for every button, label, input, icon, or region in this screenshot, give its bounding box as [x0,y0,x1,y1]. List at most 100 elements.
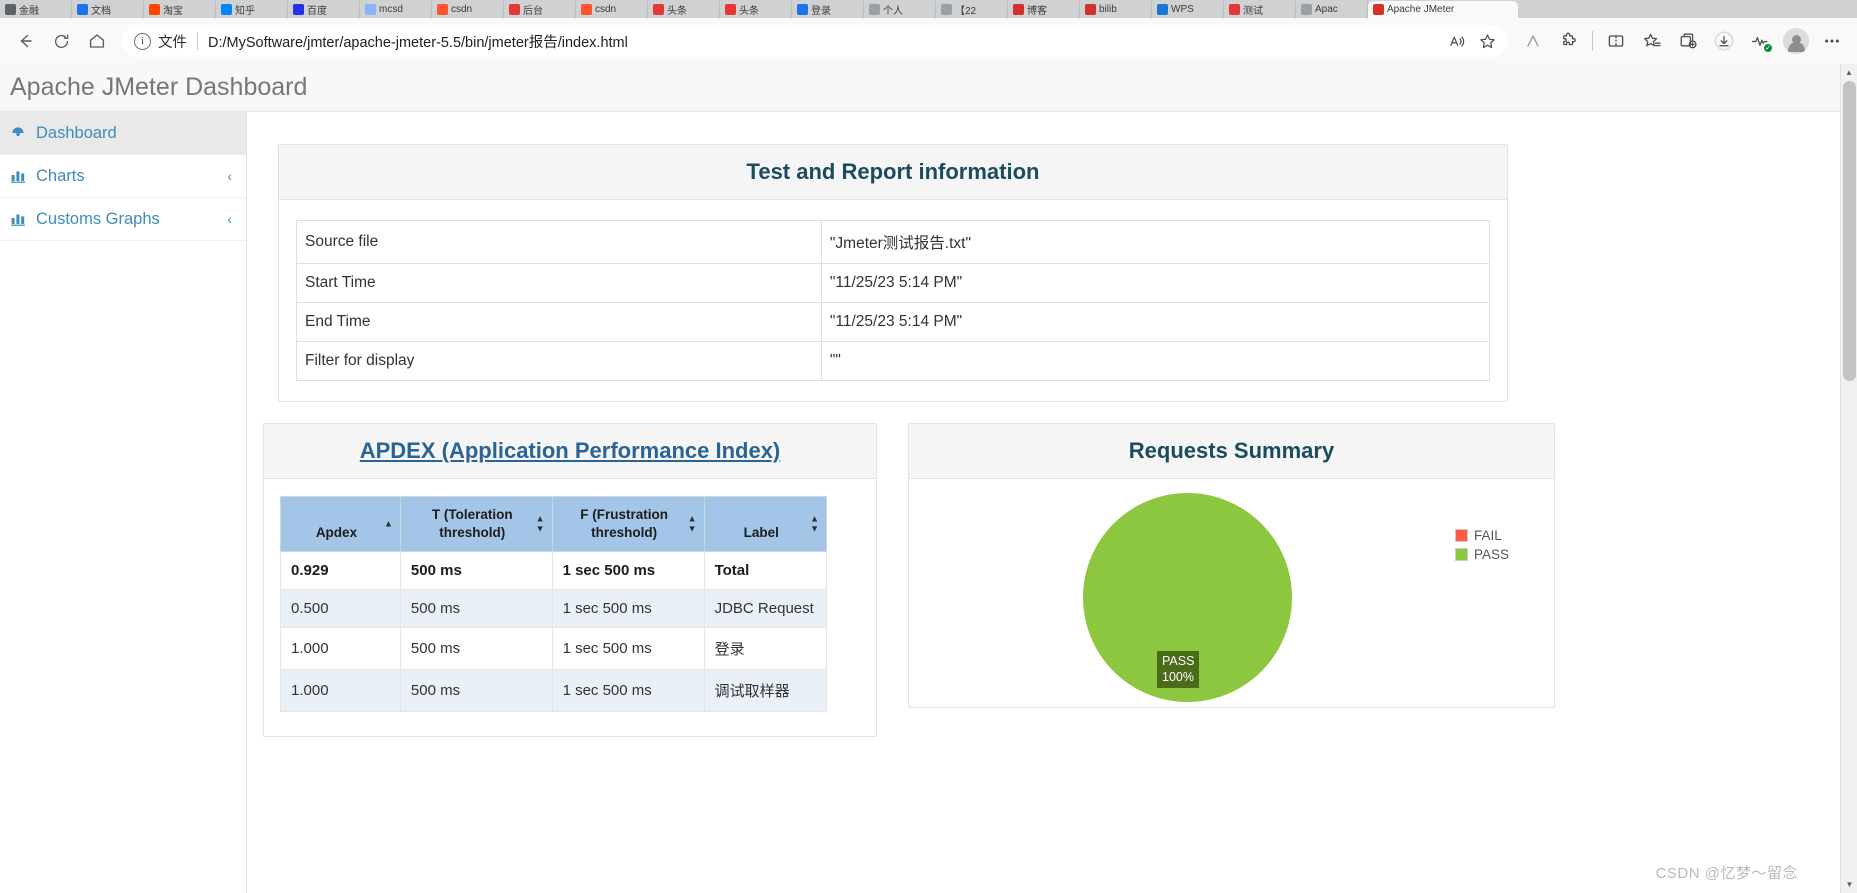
tab-favicon-icon [5,4,16,15]
tab-label: 测试 [1243,6,1263,17]
apdex-column-header[interactable]: Label ▲ ▼ [703,495,828,553]
pie-slice-label-value: 100% [1162,669,1194,684]
browser-tab[interactable]: 头条 [648,1,720,18]
main-content: Test and Report information Source file "… [247,112,1840,893]
extensions-icon[interactable] [1552,24,1586,58]
tab-favicon-icon [1085,4,1096,15]
read-aloud-icon[interactable] [1442,26,1472,56]
browser-tab[interactable]: 百度 [288,1,360,18]
browser-chrome: 金融 文档 淘宝 知乎 百度 mcsd csdn 后台 csdn 头条 头条 登录 个人 【22 博客 bil… [0,0,1857,64]
legend-item[interactable]: FAIL [1454,528,1509,543]
sort-both-icon[interactable]: ▲ ▼ [688,514,697,534]
table-row: Filter for display "" [296,341,1491,381]
browser-tab[interactable]: 头条 [720,1,792,18]
browser-tab[interactable]: 后台 [504,1,576,18]
apdex-column-label: Apdex [315,525,358,541]
omnibox-divider [197,32,198,50]
info-value: "11/25/23 5:14 PM" [820,302,1491,342]
sidebar-item-charts[interactable]: Charts ‹ [0,155,246,198]
chevron-left-icon[interactable]: ‹ [227,168,232,184]
browser-tab[interactable]: 文档 [72,1,144,18]
sidebar-item-dashboard[interactable]: Dashboard [0,112,246,155]
page-scrollbar[interactable]: ▲ ▼ [1840,64,1857,893]
browser-essentials-icon[interactable]: ✓ [1743,24,1777,58]
browser-tab[interactable]: 登录 [792,1,864,18]
apdex-title-link[interactable]: APDEX (Application Performance Index) [360,438,781,463]
add-favorite-icon[interactable] [1635,24,1669,58]
apdex-column-label: F (Frustration threshold) [580,507,668,541]
browser-tab[interactable]: mcsd [360,1,432,18]
requests-summary-title: Requests Summary [1128,438,1335,463]
tab-label: 知乎 [235,6,255,17]
browser-tab[interactable]: 测试 [1224,1,1296,18]
apdex-column-header[interactable]: F (Frustration threshold) ▲ ▼ [551,495,705,553]
chevron-left-icon[interactable]: ‹ [227,211,232,227]
tab-favicon-icon [1229,4,1240,15]
apdex-column-header[interactable]: T (Toleration threshold) ▲ ▼ [399,495,553,553]
tab-label: 登录 [811,6,831,17]
url-text[interactable]: D:/MySoftware/jmter/apache-jmeter-5.5/bi… [208,31,1442,52]
apdex-table: Apdex ▲ T (Toleration threshold) ▲ ▼ F (Frust… [280,495,828,713]
tab-favicon-icon [941,4,952,15]
browser-tab[interactable]: csdn [576,1,648,18]
tab-favicon-icon [653,4,664,15]
address-bar[interactable]: i 文件 D:/MySoftware/jmter/apache-jmeter-5… [122,25,1508,57]
sort-ascending-icon[interactable]: ▲ [384,519,393,529]
reload-icon[interactable] [44,24,78,58]
page-viewport: Apache JMeter Dashboard Dashboard Charts ‹… [0,64,1857,893]
legend-item[interactable]: PASS [1454,547,1509,562]
apdex-cell-t: 500 ms [399,627,553,671]
info-key: Start Time [296,263,822,303]
apdex-cell-label: Total [703,551,828,591]
tab-favicon-icon [221,4,232,15]
browser-tab[interactable]: 博客 [1008,1,1080,18]
copilot-icon[interactable] [1516,24,1550,58]
split-screen-icon[interactable] [1599,24,1633,58]
table-row: 1.000 500 ms 1 sec 500 ms 调试取样器 [280,669,828,713]
table-row: 0.929 500 ms 1 sec 500 ms Total [280,551,828,591]
downloads-icon[interactable] [1707,24,1741,58]
browser-tab[interactable]: 金融 [0,1,72,18]
apdex-cell-t: 500 ms [399,589,553,629]
table-row: Source file "Jmeter测试报告.txt" [296,220,1491,264]
legend-label: FAIL [1473,528,1502,543]
browser-tab[interactable]: 【22 [936,1,1008,18]
sort-both-icon[interactable]: ▲ ▼ [536,514,545,534]
browser-tab[interactable]: WPS [1152,1,1224,18]
scroll-down-arrow[interactable]: ▼ [1841,876,1857,893]
info-icon[interactable]: i [134,32,151,50]
tab-label: 头条 [739,6,759,17]
browser-tab-active[interactable]: Apache JMeter [1368,1,1518,18]
tab-favicon-icon [869,4,880,15]
browser-tab[interactable]: bilib [1080,1,1152,18]
apdex-column-header[interactable]: Apdex ▲ [280,495,401,553]
sidebar-item-customs-graphs[interactable]: Customs Graphs ‹ [0,198,246,241]
browser-tab[interactable]: csdn [432,1,504,18]
tab-label: csdn [595,4,617,15]
toolbar-divider [1592,31,1593,51]
profile-avatar[interactable] [1779,24,1813,58]
browser-tab[interactable]: Apac [1296,1,1368,18]
collections-icon[interactable] [1671,24,1705,58]
requests-summary-pie-chart[interactable]: PASS 100% FAIL PASS [909,479,1554,707]
sort-both-icon[interactable]: ▲ ▼ [810,514,819,534]
scrollbar-thumb[interactable] [1843,81,1856,381]
home-icon[interactable] [80,24,114,58]
tab-favicon-icon [1013,4,1024,15]
test-report-info-title: Test and Report information [746,159,1040,184]
back-arrow-icon[interactable] [8,24,42,58]
legend-swatch [1454,548,1468,561]
browser-tab[interactable]: 个人 [864,1,936,18]
tab-label: WPS [1171,4,1194,15]
star-icon[interactable] [1472,26,1502,56]
scroll-up-arrow[interactable]: ▲ [1841,64,1857,81]
browser-tab[interactable]: 知乎 [216,1,288,18]
test-report-info-panel: Test and Report information Source file "… [278,144,1508,402]
tab-strip[interactable]: 金融 文档 淘宝 知乎 百度 mcsd csdn 后台 csdn 头条 头条 登录 个人 【22 博客 bil… [0,0,1857,18]
browser-tab[interactable]: 淘宝 [144,1,216,18]
table-row: 1.000 500 ms 1 sec 500 ms 登录 [280,627,828,671]
tab-favicon-icon [365,4,376,15]
settings-more-icon[interactable] [1815,24,1849,58]
apdex-panel: APDEX (Application Performance Index) Ap… [263,423,877,738]
tab-label: 百度 [307,6,327,17]
